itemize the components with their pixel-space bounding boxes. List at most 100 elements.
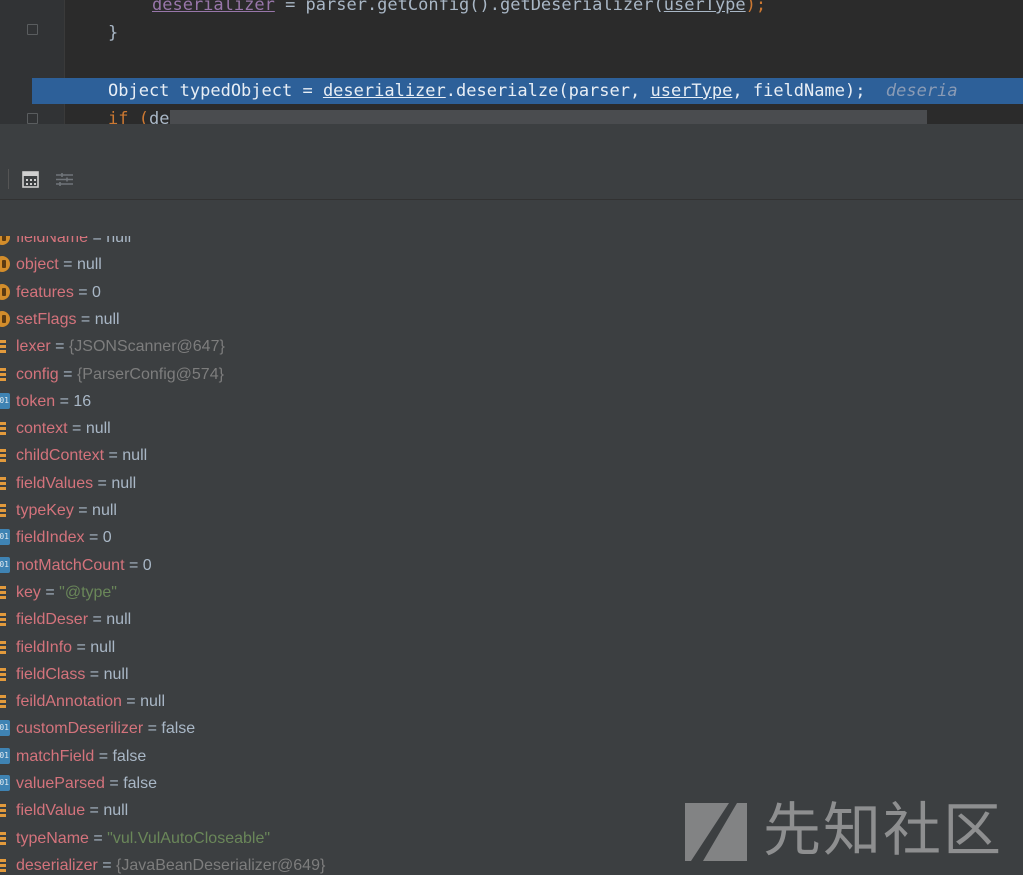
- variables-toolbar: [0, 157, 1023, 200]
- variable-entry: object = null: [16, 256, 102, 274]
- variable-row-key[interactable]: key = "@type": [0, 579, 1023, 606]
- variable-name: object: [16, 256, 59, 274]
- variable-entry: typeKey = null: [16, 502, 117, 519]
- current-execution-line: Object typedObject = deserializer.deseri…: [0, 78, 1023, 104]
- object-icon: [0, 611, 10, 628]
- variable-row-context[interactable]: context = null: [0, 415, 1023, 442]
- variable-value: {JSONScanner@647}: [68, 338, 225, 356]
- variable-row-fieldClass[interactable]: fieldClass = null: [0, 661, 1023, 688]
- code-token: deserializer: [152, 0, 275, 15]
- variable-row-typeKey[interactable]: typeKey = null: [0, 497, 1023, 524]
- watermark-text: 先知社区: [763, 796, 1004, 864]
- code-token: }: [108, 23, 119, 43]
- variable-value: 0: [92, 283, 101, 301]
- object-icon: [0, 420, 10, 437]
- variable-name: feildAnnotation: [16, 693, 122, 711]
- variable-entry: fieldInfo = null: [16, 638, 116, 656]
- object-icon: [0, 502, 10, 518]
- variable-value: false: [161, 720, 196, 738]
- variable-row-config[interactable]: config = {ParserConfig@574}: [0, 361, 1023, 388]
- variable-entry: fieldValues = null: [16, 474, 137, 492]
- variable-row-customDeserilizer[interactable]: customDeserilizer = false: [0, 715, 1023, 742]
- code-token: if (: [108, 109, 149, 124]
- variable-value: "vul.VulAutoCloseable": [107, 829, 271, 847]
- variable-name: valueParsed: [16, 775, 105, 792]
- field-icon: [0, 310, 10, 327]
- variable-entry: context = null: [16, 420, 111, 438]
- variable-row-setFlags[interactable]: setFlags = null: [0, 306, 1023, 333]
- variable-entry: fieldClass = null: [16, 665, 129, 683]
- variable-entry: typeName = "vul.VulAutoCloseable": [16, 829, 271, 847]
- variable-value: false: [123, 775, 157, 792]
- variable-value: {ParserConfig@574}: [76, 365, 224, 383]
- variable-row-notMatchCount[interactable]: notMatchCount = 0: [0, 552, 1023, 579]
- variable-name: typeName: [16, 829, 89, 847]
- variable-row-features[interactable]: features = 0: [0, 279, 1023, 306]
- variable-entry: config = {ParserConfig@574}: [16, 365, 224, 383]
- variable-row-fieldDeser[interactable]: fieldDeser = null: [0, 606, 1023, 633]
- code-token: deserializer: [322, 81, 446, 101]
- variable-row-token[interactable]: token = 16: [0, 388, 1023, 415]
- variable-name: fieldValue: [16, 802, 86, 820]
- code-line: }: [0, 20, 1023, 46]
- calculator-icon[interactable]: [20, 169, 40, 189]
- variables-tree[interactable]: fieldName = null object = null features = …: [0, 236, 1023, 875]
- variable-name: context: [16, 420, 68, 438]
- variable-row-fieldIndex[interactable]: fieldIndex = 0: [0, 524, 1023, 551]
- object-icon: [0, 665, 10, 682]
- variable-entry: fieldName = null: [16, 236, 131, 251]
- variable-value: null: [94, 310, 120, 328]
- variable-entry: deserializer = {JavaBeanDeserializer@649…: [16, 856, 326, 874]
- object-icon: [0, 338, 10, 355]
- variable-row-matchField[interactable]: matchField = false: [0, 743, 1023, 770]
- code-token: , fieldName);: [732, 81, 866, 101]
- variable-entry: token = 16: [16, 392, 92, 410]
- variable-name: key: [16, 583, 41, 601]
- variable-entry: childContext = null: [16, 447, 148, 465]
- variable-entry: setFlags = null: [16, 310, 120, 328]
- variable-entry: valueParsed = false: [16, 775, 157, 792]
- object-icon: [0, 638, 10, 655]
- object-icon: [0, 856, 10, 873]
- code-editor[interactable]: deserializer = parser.getConfig().getDes…: [0, 0, 1023, 124]
- variable-name: typeKey: [16, 502, 74, 519]
- code-token: ,: [630, 81, 651, 101]
- watermark-logo: [685, 803, 747, 861]
- variable-row-object[interactable]: object = null: [0, 251, 1023, 278]
- variable-value: null: [85, 420, 111, 438]
- settings-sliders-icon[interactable]: [54, 169, 74, 189]
- object-icon: [0, 365, 10, 382]
- variable-value: false: [112, 747, 147, 765]
- variable-row-fieldValues[interactable]: fieldValues = null: [0, 470, 1023, 497]
- variable-value: null: [122, 447, 148, 465]
- primitive-icon: [0, 556, 10, 573]
- field-icon: [0, 256, 10, 273]
- variable-entry: customDeserilizer = false: [16, 720, 196, 738]
- variable-value: null: [140, 693, 165, 711]
- code-token: = parser.getConfig().getDeserializer(: [274, 0, 664, 15]
- code-token: Object typedObject =: [108, 81, 323, 101]
- object-icon: [0, 829, 10, 846]
- variable-row-fieldInfo[interactable]: fieldInfo = null: [0, 634, 1023, 661]
- variable-row-fieldName[interactable]: fieldName = null: [0, 236, 1023, 251]
- panel-header: [0, 124, 1023, 157]
- debugger-variables-panel: fieldName = null object = null features = …: [0, 124, 1023, 875]
- variable-entry: features = 0: [16, 283, 101, 301]
- primitive-icon: [0, 747, 10, 764]
- variable-value: "@type": [59, 583, 117, 601]
- inline-value-popup: [170, 110, 927, 124]
- variable-entry: lexer = {JSONScanner@647}: [16, 338, 225, 356]
- variable-name: token: [16, 392, 56, 410]
- ide-window: deserializer = parser.getConfig().getDes…: [0, 0, 1023, 875]
- variable-row-lexer[interactable]: lexer = {JSONScanner@647}: [0, 333, 1023, 360]
- variable-row-feildAnnotation[interactable]: feildAnnotation = null: [0, 688, 1023, 715]
- code-token: userType: [663, 0, 746, 15]
- variable-name: matchField: [16, 747, 95, 765]
- variable-row-childContext[interactable]: childContext = null: [0, 442, 1023, 469]
- object-icon: [0, 447, 10, 464]
- primitive-icon: [0, 392, 10, 409]
- variable-name: lexer: [16, 338, 51, 356]
- variable-entry: fieldDeser = null: [16, 611, 132, 629]
- variable-value: null: [106, 236, 132, 246]
- variable-value: null: [106, 611, 132, 629]
